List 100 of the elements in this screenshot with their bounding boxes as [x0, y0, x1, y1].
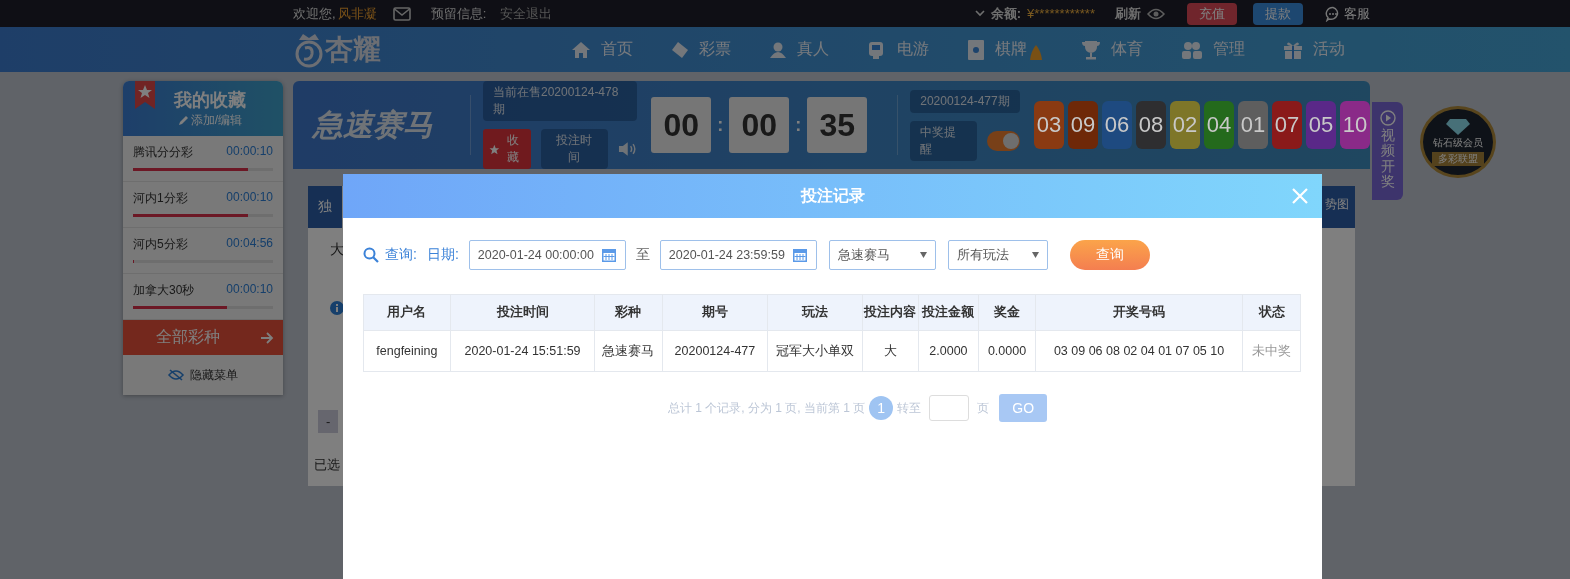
search-icon: [363, 247, 379, 263]
logo-text[interactable]: 杏耀: [325, 30, 381, 69]
refresh-link[interactable]: 刷新: [1115, 4, 1141, 23]
video-draw-label: 视频开奖: [1380, 128, 1395, 190]
close-icon[interactable]: [1292, 188, 1308, 204]
nav-item[interactable]: 管理: [1181, 38, 1245, 61]
countdown-time: 00:00:10: [226, 282, 273, 298]
favorites-title: 我的收藏: [174, 89, 246, 112]
logout-link[interactable]: 安全退出: [500, 4, 553, 23]
eye-icon[interactable]: [1147, 7, 1165, 20]
lottery-dropdown[interactable]: 急速赛马: [828, 240, 936, 270]
result-number: 04: [1204, 101, 1234, 149]
star-bookmark-icon: [135, 81, 155, 109]
play-icon: [1379, 110, 1396, 126]
table-cell: 未中奖: [1242, 330, 1301, 372]
deposit-button[interactable]: 充值: [1187, 2, 1237, 25]
column-header: 投注时间: [450, 294, 595, 331]
column-header: 彩种: [594, 294, 662, 331]
result-number: 01: [1238, 101, 1268, 149]
start-date-field[interactable]: 2020-01-24 00:00:00: [468, 240, 626, 270]
withdraw-button[interactable]: 提款: [1253, 2, 1303, 25]
favorite-button[interactable]: 收藏: [483, 129, 532, 169]
result-number: 06: [1102, 101, 1132, 149]
page-number[interactable]: 1: [869, 396, 894, 420]
page-unit-label: 页: [977, 399, 990, 417]
mail-icon[interactable]: [392, 6, 411, 21]
video-draw-tab[interactable]: 视频开奖: [1372, 102, 1403, 200]
calendar-icon: [791, 247, 808, 263]
all-lotteries-button[interactable]: 全部彩种: [123, 320, 283, 355]
ticket-icon: [671, 40, 689, 59]
table-cell: fengfeining: [363, 330, 451, 372]
countdown-time: 00:00:10: [226, 190, 273, 206]
nav-item[interactable]: 活动: [1283, 38, 1345, 61]
minus-button[interactable]: -: [318, 410, 339, 433]
colon-separator: :: [717, 114, 724, 136]
selected-label: 已选: [314, 456, 340, 474]
lottery-name: 腾讯分分彩: [133, 144, 193, 161]
goto-label: 转至: [897, 399, 922, 417]
column-header: 投注金额: [918, 294, 979, 331]
countdown-time: 00:04:56: [226, 236, 273, 252]
hide-menu-link[interactable]: 隐藏菜单: [123, 355, 283, 395]
column-header: 用户名: [363, 294, 451, 331]
favorite-lottery-item[interactable]: 河内5分彩 00:04:56: [123, 228, 283, 274]
favorite-lottery-item[interactable]: 腾讯分分彩 00:00:10: [123, 136, 283, 182]
badge-ribbon: 多彩联盟: [1432, 152, 1484, 166]
colon-separator: :: [795, 114, 802, 136]
column-header: 玩法: [767, 294, 862, 331]
balance-value: ¥************: [1027, 6, 1095, 21]
win-alert-toggle[interactable]: [986, 130, 1020, 151]
star-icon: [489, 143, 500, 155]
pagination-summary: 总计 1 个记录, 分为 1 页, 当前第 1 页: [667, 399, 866, 417]
column-header: 期号: [662, 294, 768, 331]
play-tab[interactable]: 独: [308, 186, 342, 228]
play-option[interactable]: 大: [330, 241, 344, 259]
play-type-dropdown[interactable]: 所有玩法: [947, 240, 1048, 270]
result-number: 05: [1306, 101, 1336, 149]
countdown-time: 00:00:10: [226, 144, 273, 160]
customer-service-link[interactable]: 客服: [1344, 4, 1370, 23]
column-header: 状态: [1242, 294, 1301, 331]
speaker-icon[interactable]: [617, 141, 638, 157]
nav-item[interactable]: 棋牌: [967, 38, 1043, 61]
nav-item[interactable]: 电游: [867, 38, 929, 61]
balance-label: 余额:: [990, 4, 1022, 23]
lottery-name: 河内5分彩: [133, 236, 188, 253]
chevron-down-icon[interactable]: [974, 10, 985, 17]
page-input[interactable]: [929, 395, 970, 421]
diamond-icon: [1445, 118, 1471, 136]
arrow-right-icon: [260, 331, 274, 344]
table-cell: 大: [862, 330, 919, 372]
trophy-icon: [1081, 39, 1101, 60]
date-label: 日期:: [426, 246, 459, 264]
result-number: 03: [1034, 101, 1064, 149]
nav-item[interactable]: 彩票: [671, 38, 731, 61]
end-date-field[interactable]: 2020-01-24 23:59:59: [659, 240, 817, 270]
countdown-digits: 00: [729, 97, 790, 153]
table-cell: 急速赛马: [594, 330, 662, 372]
game-logo-text: 急速赛马: [313, 106, 434, 143]
welcome-text: 欢迎您,: [293, 4, 336, 23]
nav-item[interactable]: 体育: [1081, 38, 1143, 61]
query-button[interactable]: 查询: [1069, 240, 1150, 270]
crown-logo-icon: [295, 31, 323, 68]
table-cell: 20200124-477: [662, 330, 768, 372]
table-cell: 0.0000: [978, 330, 1036, 372]
gift-icon: [1283, 39, 1303, 60]
flame-icon: [1029, 44, 1043, 61]
badge-title: 钻石级会员: [1433, 136, 1483, 150]
nav-item[interactable]: 首页: [571, 38, 633, 61]
person-icon: [769, 40, 787, 59]
result-number: 02: [1170, 101, 1200, 149]
column-header: 投注内容: [862, 294, 919, 331]
result-number: 09: [1068, 101, 1098, 149]
chat-icon[interactable]: [1325, 5, 1341, 22]
nav-item[interactable]: 真人: [769, 38, 829, 61]
go-button[interactable]: GO: [999, 394, 1048, 422]
dropdown-arrow-icon: [919, 252, 927, 258]
card-icon: [967, 38, 985, 61]
favorite-lottery-item[interactable]: 河内1分彩 00:00:10: [123, 182, 283, 228]
result-number: 07: [1272, 101, 1302, 149]
edit-favorites-link[interactable]: 添加/编辑: [177, 112, 243, 129]
to-label: 至: [635, 246, 650, 264]
